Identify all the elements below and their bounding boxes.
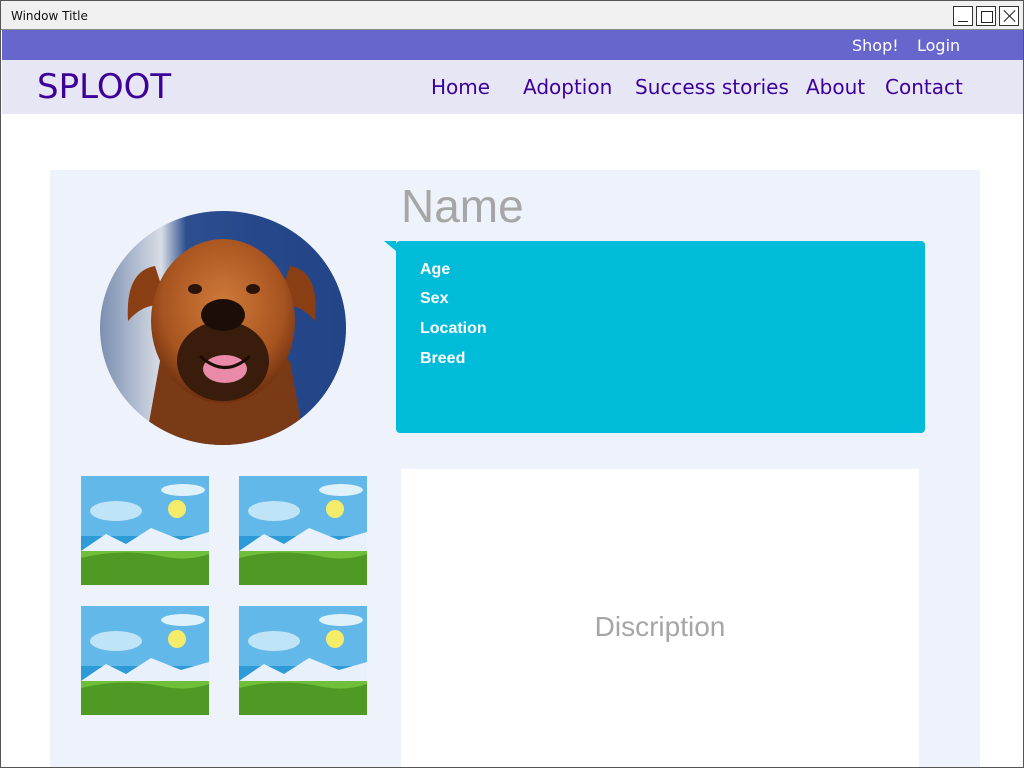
maximize-icon[interactable] [976, 6, 996, 26]
main-navigation: SPLOOT Home Adoption Success stories Abo… [2, 60, 1023, 114]
site-logo[interactable]: SPLOOT [37, 67, 171, 107]
shop-link[interactable]: Shop! [852, 36, 899, 55]
gallery-thumbnail-1[interactable] [81, 476, 209, 585]
nav-success-stories[interactable]: Success stories [635, 75, 789, 99]
title-bar: Window Title [1, 1, 1023, 30]
minimize-icon[interactable] [953, 6, 973, 26]
gallery-thumbnail-2[interactable] [239, 476, 367, 585]
info-sex-label: Sex [420, 290, 449, 307]
nav-about[interactable]: About [806, 75, 865, 99]
nav-contact[interactable]: Contact [885, 75, 963, 99]
image-placeholder-icon [239, 476, 367, 585]
browser-window: Window Title Shop! Login SPLOOT Home Ado… [0, 0, 1024, 768]
login-link[interactable]: Login [917, 36, 960, 55]
image-placeholder-icon [81, 606, 209, 715]
info-age-label: Age [420, 261, 451, 278]
description-placeholder: Discription [594, 611, 726, 642]
pet-name-heading: Name [401, 180, 524, 232]
info-breed-label: Breed [420, 350, 466, 367]
info-location-label: Location [420, 320, 487, 337]
nav-adoption[interactable]: Adoption [523, 75, 612, 99]
pet-photo [100, 211, 346, 445]
description-box: Discription [401, 469, 919, 767]
info-box-pointer [384, 241, 396, 251]
gallery-thumbnail-3[interactable] [81, 606, 209, 715]
nav-home[interactable]: Home [431, 75, 490, 99]
gallery-thumbnail-4[interactable] [239, 606, 367, 715]
image-placeholder-icon [81, 476, 209, 585]
close-icon[interactable] [999, 6, 1019, 26]
window-title: Window Title [11, 9, 88, 23]
image-placeholder-icon [239, 606, 367, 715]
top-utility-bar: Shop! Login [2, 30, 1023, 60]
